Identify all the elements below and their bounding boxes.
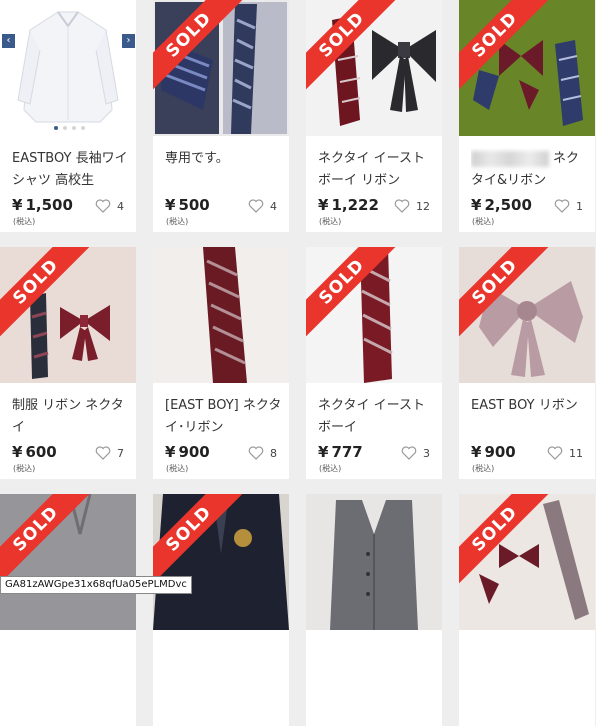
product-card[interactable]: SOLD ネクタイ イーストボーイ ¥777 (税込) 3 (306, 247, 442, 479)
heart-icon (95, 446, 111, 460)
tax-label: (税込) (166, 217, 189, 226)
tax-label: (税込) (13, 217, 36, 226)
product-price: ¥1,500 (12, 196, 73, 214)
product-thumbnail[interactable] (153, 247, 289, 383)
carousel-dots (54, 126, 85, 130)
product-thumbnail[interactable] (0, 494, 136, 630)
heart-icon (95, 199, 111, 213)
heart-icon (394, 199, 410, 213)
heart-icon (547, 446, 563, 460)
product-card[interactable]: SOLD 制服 リボン ネクタイ ¥600 (税込) 7 (0, 247, 136, 479)
like-count: 8 (270, 446, 277, 460)
product-card[interactable]: SOLD ネクタイ&リボン ¥2,500 (税込) 1 (459, 0, 595, 232)
product-card[interactable]: SOLD EAST BOY リボン ¥900 (税込) 11 (459, 247, 595, 479)
carousel-dot[interactable] (72, 126, 76, 130)
product-title[interactable]: ネクタイ&リボン (471, 148, 589, 192)
product-price: ¥1,222 (318, 196, 379, 214)
product-card[interactable]: [EAST BOY] ネクタイ･リボン ¥900 (税込) 8 (153, 247, 289, 479)
product-title[interactable]: EAST BOY リボン (471, 395, 589, 439)
product-card[interactable]: SOLD (459, 494, 595, 726)
tax-label: (税込) (472, 217, 495, 226)
product-thumbnail[interactable] (306, 0, 442, 136)
tax-label: (税込) (13, 464, 36, 473)
product-price: ¥2,500 (471, 196, 532, 214)
product-thumbnail[interactable] (153, 0, 289, 136)
like-count: 1 (576, 199, 583, 213)
product-title[interactable]: ネクタイ イーストボーイ リボン (318, 148, 436, 192)
like-button[interactable]: 1 (554, 199, 583, 213)
product-grid: ‹ › EASTBOY 長袖ワイシャツ 高校生 ¥1,500 (税込) 4 SO… (0, 0, 596, 726)
product-thumbnail[interactable] (459, 247, 595, 383)
product-title[interactable]: [EAST BOY] ネクタイ･リボン (165, 395, 283, 439)
like-button[interactable]: 3 (401, 446, 430, 460)
like-count: 7 (117, 446, 124, 460)
product-thumbnail[interactable] (459, 494, 595, 630)
like-button[interactable]: 12 (394, 199, 430, 213)
like-count: 4 (270, 199, 277, 213)
like-button[interactable]: 4 (95, 199, 124, 213)
carousel-prev-button[interactable]: ‹ (2, 34, 15, 48)
product-price: ¥900 (165, 443, 210, 461)
tax-label: (税込) (319, 464, 342, 473)
product-price: ¥600 (12, 443, 57, 461)
heart-icon (248, 446, 264, 460)
like-count: 12 (416, 199, 430, 213)
carousel-dot[interactable] (63, 126, 67, 130)
product-price: ¥500 (165, 196, 210, 214)
like-count: 4 (117, 199, 124, 213)
product-card[interactable]: SOLD 専用です。 ¥500 (税込) 4 (153, 0, 289, 232)
status-tooltip: GA81zAWGpe31x68qfUa05ePLMDvc (0, 576, 192, 594)
product-card[interactable]: ‹ › EASTBOY 長袖ワイシャツ 高校生 ¥1,500 (税込) 4 (0, 0, 136, 232)
redacted-text (471, 150, 549, 167)
product-price: ¥777 (318, 443, 363, 461)
like-count: 11 (569, 446, 583, 460)
carousel-dot[interactable] (81, 126, 85, 130)
product-card[interactable]: SOLD (153, 494, 289, 726)
product-thumbnail[interactable] (306, 247, 442, 383)
product-card[interactable]: SOLD ネクタイ イーストボーイ リボン ¥1,222 (税込) 12 (306, 0, 442, 232)
product-card[interactable] (306, 494, 442, 726)
product-card[interactable]: SOLD (0, 494, 136, 726)
product-thumbnail[interactable] (0, 0, 136, 136)
tax-label: (税込) (166, 464, 189, 473)
product-thumbnail[interactable] (459, 0, 595, 136)
product-title[interactable]: 制服 リボン ネクタイ (12, 395, 130, 439)
tax-label: (税込) (319, 217, 342, 226)
heart-icon (401, 446, 417, 460)
product-title[interactable]: 専用です。 (165, 148, 283, 192)
product-title[interactable]: EASTBOY 長袖ワイシャツ 高校生 (12, 148, 130, 192)
like-button[interactable]: 11 (547, 446, 583, 460)
carousel-dot[interactable] (54, 126, 58, 130)
product-thumbnail[interactable] (306, 494, 442, 630)
product-title[interactable]: ネクタイ イーストボーイ (318, 395, 436, 439)
like-button[interactable]: 4 (248, 199, 277, 213)
heart-icon (554, 199, 570, 213)
product-price: ¥900 (471, 443, 516, 461)
heart-icon (248, 199, 264, 213)
carousel-next-button[interactable]: › (122, 34, 135, 48)
product-thumbnail[interactable] (153, 494, 289, 630)
product-thumbnail[interactable] (0, 247, 136, 383)
tax-label: (税込) (472, 464, 495, 473)
like-button[interactable]: 7 (95, 446, 124, 460)
like-count: 3 (423, 446, 430, 460)
like-button[interactable]: 8 (248, 446, 277, 460)
